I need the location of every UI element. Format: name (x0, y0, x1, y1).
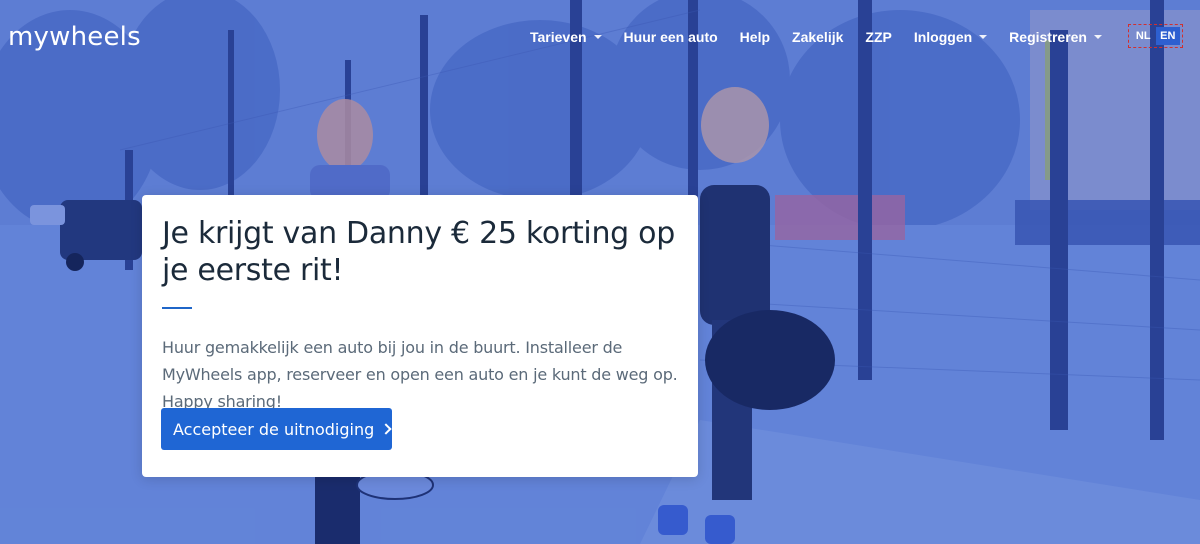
nav-huur-een-auto-label: Huur een auto (623, 29, 718, 45)
page: mywheels Tarieven Huur een auto Help Zak… (0, 0, 1200, 544)
accept-invitation-button[interactable]: Accepteer de uitnodiging (161, 408, 392, 450)
nav-registreren-label: Registreren (1009, 29, 1087, 45)
nav-zzp-label: ZZP (865, 29, 892, 45)
site-header: mywheels Tarieven Huur een auto Help Zak… (0, 0, 1200, 72)
invitation-card: Je krijgt van Danny € 25 korting op je e… (142, 195, 698, 477)
accept-invitation-label: Accepteer de uitnodiging (173, 419, 375, 439)
invitation-description: Huur gemakkelijk een auto bij jou in de … (162, 338, 678, 411)
nav-registreren[interactable]: Registreren (1009, 29, 1102, 45)
nav-tarieven[interactable]: Tarieven (530, 29, 602, 45)
language-nl-button[interactable]: NL (1131, 27, 1156, 45)
nav-zakelijk[interactable]: Zakelijk (792, 29, 843, 45)
nav-huur-een-auto[interactable]: Huur een auto (624, 29, 718, 45)
title-divider (162, 307, 192, 309)
nav-zakelijk-label: Zakelijk (792, 29, 844, 45)
chevron-down-icon (593, 35, 602, 39)
nav-help-label: Help (739, 29, 771, 45)
nav-inloggen-label: Inloggen (913, 29, 973, 45)
chevron-down-icon (1093, 35, 1102, 39)
nav-help[interactable]: Help (740, 29, 770, 45)
nav-tarieven-label: Tarieven (530, 29, 587, 45)
chevron-right-icon (380, 423, 392, 435)
mywheels-logo[interactable]: mywheels (8, 22, 141, 52)
language-switcher: NL EN (1128, 24, 1183, 48)
nav-inloggen[interactable]: Inloggen (913, 29, 988, 45)
main-navigation: Tarieven Huur een auto Help Zakelijk ZZP… (530, 27, 1124, 47)
nav-zzp[interactable]: ZZP (865, 29, 891, 45)
invitation-title: Je krijgt van Danny € 25 korting op je e… (162, 216, 675, 288)
chevron-down-icon (979, 35, 988, 39)
language-en-button[interactable]: EN (1155, 27, 1180, 45)
